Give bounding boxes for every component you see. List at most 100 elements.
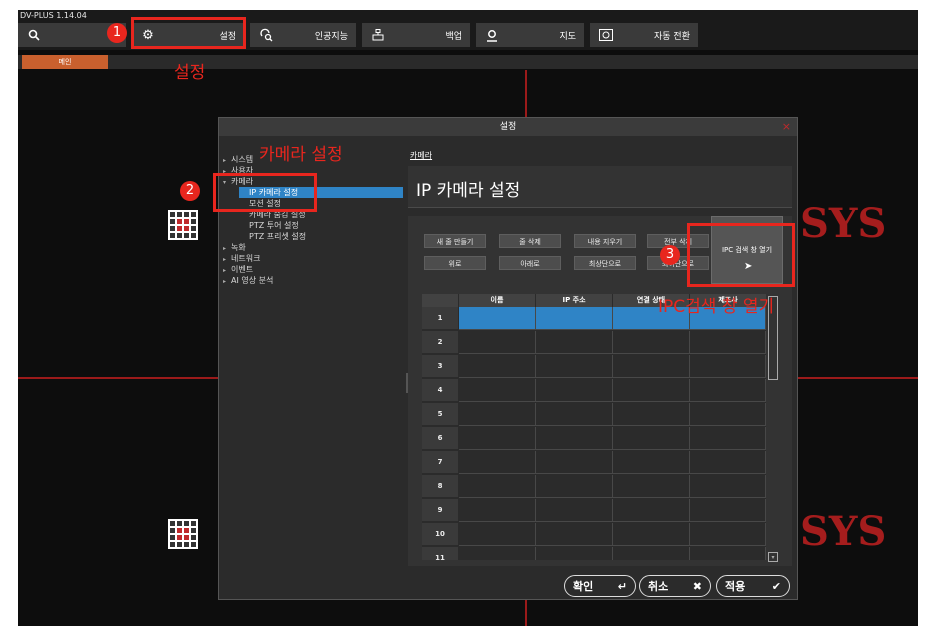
clear-content-button[interactable]: 내용 지우기: [574, 234, 636, 248]
table-cell[interactable]: [690, 427, 766, 450]
table-cell[interactable]: [613, 379, 690, 402]
table-cell[interactable]: [459, 475, 536, 498]
tree-item-label: 시스템: [231, 155, 254, 164]
table-row[interactable]: 8: [422, 475, 766, 498]
backup-icon: [370, 27, 386, 43]
table-cell[interactable]: [536, 379, 613, 402]
table-cell[interactable]: [536, 307, 613, 330]
tree-item-network[interactable]: ▸ 네트워크: [223, 253, 260, 264]
table-row[interactable]: 9: [422, 499, 766, 522]
row-number: 6: [422, 427, 458, 450]
table-row[interactable]: 4: [422, 379, 766, 402]
table-cell[interactable]: [459, 523, 536, 546]
logo-grid-icon: [168, 519, 198, 549]
tree-item-label: 네트워크: [231, 254, 261, 263]
table-cell[interactable]: [613, 355, 690, 378]
table-cell[interactable]: [536, 451, 613, 474]
move-down-button[interactable]: 아래로: [499, 256, 561, 270]
table-cell[interactable]: [459, 451, 536, 474]
table-cell[interactable]: [613, 547, 690, 560]
table-cell[interactable]: [690, 379, 766, 402]
table-row[interactable]: 7: [422, 451, 766, 474]
table-cell[interactable]: [690, 475, 766, 498]
ai-label: 인공지능: [314, 32, 348, 42]
chevron-right-icon: ▸: [223, 256, 227, 263]
table-cell[interactable]: [459, 307, 536, 330]
tree-item-ptz-preset[interactable]: PTZ 프리셋 설정: [249, 231, 306, 242]
table-cell[interactable]: [459, 355, 536, 378]
table-cell[interactable]: [536, 499, 613, 522]
auto-switch-button[interactable]: 자동 전환: [590, 23, 698, 47]
scroll-down-icon[interactable]: ▾: [768, 552, 778, 562]
table-cell[interactable]: [690, 451, 766, 474]
table-cell[interactable]: [459, 403, 536, 426]
apply-button[interactable]: 적용 ✔: [716, 575, 790, 597]
table-cell[interactable]: [536, 355, 613, 378]
backup-button[interactable]: 백업: [362, 23, 470, 47]
table-cell[interactable]: [536, 427, 613, 450]
ip-camera-table: 이름 IP 주소 연결 상태 제조사 1 2 3 4 5 6 7 8 9 10 …: [422, 294, 766, 560]
new-row-button[interactable]: 새 줄 만들기: [424, 234, 486, 248]
table-cell[interactable]: [613, 523, 690, 546]
tab-main[interactable]: 메인: [22, 55, 108, 69]
row-number: 3: [422, 355, 458, 378]
table-cell[interactable]: [613, 475, 690, 498]
row-number: 4: [422, 379, 458, 402]
table-cell[interactable]: [459, 427, 536, 450]
table-cell[interactable]: [613, 403, 690, 426]
tree-item-recording[interactable]: ▸ 녹화: [223, 242, 246, 253]
tree-item-ptz-tour[interactable]: PTZ 투어 설정: [249, 220, 299, 231]
table-cell[interactable]: [690, 403, 766, 426]
table-row[interactable]: 2: [422, 331, 766, 354]
tree-item-system[interactable]: ▸ 시스템: [223, 154, 253, 165]
tree-item-event[interactable]: ▸ 이벤트: [223, 264, 253, 275]
table-header-ip[interactable]: IP 주소: [536, 294, 612, 307]
table-cell[interactable]: [613, 499, 690, 522]
table-cell[interactable]: [690, 355, 766, 378]
dialog-title: 설정: [219, 118, 797, 136]
annotation-text-ipc-search: IPC검색 창 열기: [658, 297, 775, 317]
table-cell[interactable]: [459, 379, 536, 402]
table-cell[interactable]: [613, 451, 690, 474]
map-button[interactable]: 지도: [476, 23, 584, 47]
table-cell[interactable]: [690, 547, 766, 560]
table-cell[interactable]: [536, 475, 613, 498]
move-top-button[interactable]: 최상단으로: [574, 256, 636, 270]
table-cell[interactable]: [690, 523, 766, 546]
table-header-name[interactable]: 이름: [459, 294, 535, 307]
row-number: 2: [422, 331, 458, 354]
page-title: IP 카메라 설정: [416, 181, 521, 201]
tree-item-ai-analysis[interactable]: ▸ AI 영상 분석: [223, 275, 273, 286]
table-cell[interactable]: [459, 547, 536, 560]
ai-button[interactable]: 인공지능: [250, 23, 356, 47]
background-logo-text: SYS: [800, 200, 887, 247]
annotation-step-3: 3: [660, 245, 680, 265]
chevron-right-icon: ▸: [223, 278, 227, 285]
table-cell[interactable]: [459, 499, 536, 522]
table-cell[interactable]: [536, 523, 613, 546]
table-row[interactable]: 3: [422, 355, 766, 378]
table-row[interactable]: 6: [422, 427, 766, 450]
table-row[interactable]: 5: [422, 403, 766, 426]
table-cell[interactable]: [613, 331, 690, 354]
tree-item-label: 이벤트: [231, 265, 254, 274]
cancel-button[interactable]: 취소 ✖: [639, 575, 711, 597]
breadcrumb[interactable]: 카메라: [410, 150, 432, 161]
table-cell[interactable]: [536, 547, 613, 560]
table-cell[interactable]: [536, 403, 613, 426]
table-cell[interactable]: [690, 499, 766, 522]
table-row[interactable]: 10: [422, 523, 766, 546]
layout-tab-bar: 메인: [18, 55, 918, 69]
table-header-corner: [422, 294, 458, 307]
delete-row-button[interactable]: 줄 삭제: [499, 234, 561, 248]
table-cell[interactable]: [690, 331, 766, 354]
table-cell[interactable]: [459, 331, 536, 354]
confirm-button[interactable]: 확인 ↵: [564, 575, 636, 597]
annotation-box-camera: [213, 173, 317, 212]
move-up-button[interactable]: 위로: [424, 256, 486, 270]
close-icon[interactable]: ×: [782, 118, 791, 136]
tree-item-label: 녹화: [231, 243, 246, 252]
table-row[interactable]: 11: [422, 547, 766, 560]
table-cell[interactable]: [536, 331, 613, 354]
table-cell[interactable]: [613, 427, 690, 450]
